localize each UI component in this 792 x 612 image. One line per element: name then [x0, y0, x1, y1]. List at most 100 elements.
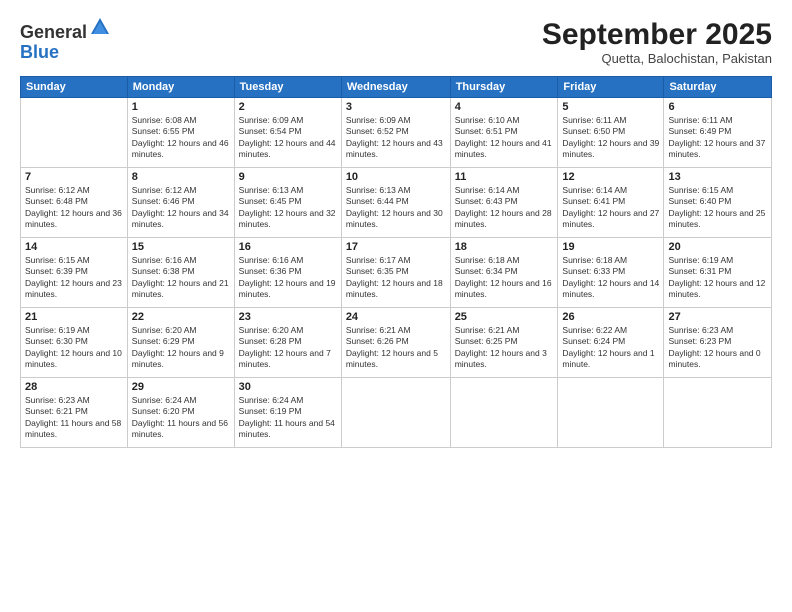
day-detail: Sunrise: 6:18 AMSunset: 6:34 PMDaylight:… [455, 255, 554, 301]
weekday-header: Thursday [450, 77, 558, 98]
calendar-cell: 21 Sunrise: 6:19 AMSunset: 6:30 PMDayligh… [21, 308, 128, 378]
day-detail: Sunrise: 6:23 AMSunset: 6:23 PMDaylight:… [668, 325, 767, 371]
day-detail: Sunrise: 6:24 AMSunset: 6:20 PMDaylight:… [132, 395, 230, 441]
day-detail: Sunrise: 6:12 AMSunset: 6:46 PMDaylight:… [132, 185, 230, 231]
calendar-cell: 6Sunrise: 6:11 AMSunset: 6:49 PMDaylight… [664, 98, 772, 168]
day-number: 10 [346, 171, 446, 183]
calendar-cell: 7Sunrise: 6:12 AMSunset: 6:48 PMDaylight… [21, 168, 128, 238]
day-number: 23 [239, 311, 337, 323]
calendar-cell: 18 Sunrise: 6:18 AMSunset: 6:34 PMDayligh… [450, 238, 558, 308]
week-row: 1 Sunrise: 6:08 AMSunset: 6:55 PMDaylight… [21, 98, 772, 168]
day-detail: Sunrise: 6:15 AMSunset: 6:39 PMDaylight:… [25, 255, 123, 301]
day-detail: Sunrise: 6:14 AMSunset: 6:41 PMDaylight:… [562, 185, 659, 231]
weekday-header: Sunday [21, 77, 128, 98]
day-detail: Sunrise: 6:20 AMSunset: 6:28 PMDaylight:… [239, 325, 337, 371]
day-detail: Sunrise: 6:09 AMSunset: 6:54 PMDaylight:… [239, 115, 337, 161]
calendar-cell: 12 Sunrise: 6:14 AMSunset: 6:41 PMDayligh… [558, 168, 664, 238]
week-row: 28 Sunrise: 6:23 AMSunset: 6:21 PMDayligh… [21, 378, 772, 448]
day-number: 7 [25, 171, 123, 183]
day-detail: Sunrise: 6:13 AMSunset: 6:44 PMDaylight:… [346, 185, 446, 231]
weekday-header: Friday [558, 77, 664, 98]
day-detail: Sunrise: 6:10 AMSunset: 6:51 PMDaylight:… [455, 115, 554, 161]
logo-icon [89, 16, 111, 38]
day-detail: Sunrise: 6:09 AMSunset: 6:52 PMDaylight:… [346, 115, 446, 161]
day-number: 12 [562, 171, 659, 183]
day-detail: Sunrise: 6:16 AMSunset: 6:38 PMDaylight:… [132, 255, 230, 301]
day-number: 26 [562, 311, 659, 323]
week-row: 14 Sunrise: 6:15 AMSunset: 6:39 PMDayligh… [21, 238, 772, 308]
calendar-cell: 19Sunrise: 6:18 AMSunset: 6:33 PMDayligh… [558, 238, 664, 308]
day-detail: Sunrise: 6:14 AMSunset: 6:43 PMDaylight:… [455, 185, 554, 231]
calendar-cell: 15Sunrise: 6:16 AMSunset: 6:38 PMDayligh… [127, 238, 234, 308]
calendar-cell: 11 Sunrise: 6:14 AMSunset: 6:43 PMDayligh… [450, 168, 558, 238]
calendar-cell [21, 98, 128, 168]
calendar-table: SundayMondayTuesdayWednesdayThursdayFrid… [20, 76, 772, 448]
calendar-cell: 26 Sunrise: 6:22 AMSunset: 6:24 PMDayligh… [558, 308, 664, 378]
calendar-cell: 28 Sunrise: 6:23 AMSunset: 6:21 PMDayligh… [21, 378, 128, 448]
header: General Blue September 2025 Quetta, Balo… [20, 18, 772, 66]
day-detail: Sunrise: 6:15 AMSunset: 6:40 PMDaylight:… [668, 185, 767, 231]
day-number: 4 [455, 101, 554, 113]
day-number: 5 [562, 101, 659, 113]
week-row: 21 Sunrise: 6:19 AMSunset: 6:30 PMDayligh… [21, 308, 772, 378]
calendar-cell: 30Sunrise: 6:24 AMSunset: 6:19 PMDayligh… [234, 378, 341, 448]
day-detail: Sunrise: 6:24 AMSunset: 6:19 PMDaylight:… [239, 395, 337, 441]
day-detail: Sunrise: 6:20 AMSunset: 6:29 PMDaylight:… [132, 325, 230, 371]
day-detail: Sunrise: 6:21 AMSunset: 6:25 PMDaylight:… [455, 325, 554, 371]
day-number: 24 [346, 311, 446, 323]
calendar-cell: 5Sunrise: 6:11 AMSunset: 6:50 PMDaylight… [558, 98, 664, 168]
day-number: 22 [132, 311, 230, 323]
day-number: 28 [25, 381, 123, 393]
calendar-cell: 24 Sunrise: 6:21 AMSunset: 6:26 PMDayligh… [341, 308, 450, 378]
calendar-cell: 29 Sunrise: 6:24 AMSunset: 6:20 PMDayligh… [127, 378, 234, 448]
logo: General Blue [20, 18, 111, 63]
week-row: 7Sunrise: 6:12 AMSunset: 6:48 PMDaylight… [21, 168, 772, 238]
title-block: September 2025 Quetta, Balochistan, Paki… [542, 18, 772, 66]
calendar-cell: 2 Sunrise: 6:09 AMSunset: 6:54 PMDaylight… [234, 98, 341, 168]
calendar-cell [341, 378, 450, 448]
calendar-cell [664, 378, 772, 448]
calendar-cell: 10 Sunrise: 6:13 AMSunset: 6:44 PMDayligh… [341, 168, 450, 238]
day-detail: Sunrise: 6:19 AMSunset: 6:30 PMDaylight:… [25, 325, 123, 371]
calendar-cell: 4 Sunrise: 6:10 AMSunset: 6:51 PMDaylight… [450, 98, 558, 168]
day-detail: Sunrise: 6:21 AMSunset: 6:26 PMDaylight:… [346, 325, 446, 371]
weekday-header: Monday [127, 77, 234, 98]
logo-general: General [20, 22, 87, 42]
month-title: September 2025 [542, 18, 772, 51]
day-number: 29 [132, 381, 230, 393]
page: General Blue September 2025 Quetta, Balo… [0, 0, 792, 612]
calendar-cell: 13Sunrise: 6:15 AMSunset: 6:40 PMDayligh… [664, 168, 772, 238]
day-number: 11 [455, 171, 554, 183]
calendar-cell: 8 Sunrise: 6:12 AMSunset: 6:46 PMDaylight… [127, 168, 234, 238]
day-number: 9 [239, 171, 337, 183]
day-number: 1 [132, 101, 230, 113]
day-number: 25 [455, 311, 554, 323]
calendar-cell: 17 Sunrise: 6:17 AMSunset: 6:35 PMDayligh… [341, 238, 450, 308]
day-detail: Sunrise: 6:22 AMSunset: 6:24 PMDaylight:… [562, 325, 659, 371]
calendar-cell: 16Sunrise: 6:16 AMSunset: 6:36 PMDayligh… [234, 238, 341, 308]
weekday-header: Saturday [664, 77, 772, 98]
day-detail: Sunrise: 6:17 AMSunset: 6:35 PMDaylight:… [346, 255, 446, 301]
calendar-cell: 3Sunrise: 6:09 AMSunset: 6:52 PMDaylight… [341, 98, 450, 168]
logo-text: General Blue [20, 18, 111, 63]
weekday-header: Tuesday [234, 77, 341, 98]
calendar-cell: 27Sunrise: 6:23 AMSunset: 6:23 PMDayligh… [664, 308, 772, 378]
day-number: 14 [25, 241, 123, 253]
day-detail: Sunrise: 6:23 AMSunset: 6:21 PMDaylight:… [25, 395, 123, 441]
day-detail: Sunrise: 6:13 AMSunset: 6:45 PMDaylight:… [239, 185, 337, 231]
day-number: 17 [346, 241, 446, 253]
calendar-cell: 20Sunrise: 6:19 AMSunset: 6:31 PMDayligh… [664, 238, 772, 308]
calendar-cell [450, 378, 558, 448]
calendar-cell: 22 Sunrise: 6:20 AMSunset: 6:29 PMDayligh… [127, 308, 234, 378]
calendar-cell: 9 Sunrise: 6:13 AMSunset: 6:45 PMDaylight… [234, 168, 341, 238]
day-detail: Sunrise: 6:18 AMSunset: 6:33 PMDaylight:… [562, 255, 659, 301]
weekday-header-row: SundayMondayTuesdayWednesdayThursdayFrid… [21, 77, 772, 98]
weekday-header: Wednesday [341, 77, 450, 98]
day-number: 18 [455, 241, 554, 253]
calendar-cell [558, 378, 664, 448]
day-number: 21 [25, 311, 123, 323]
day-number: 2 [239, 101, 337, 113]
day-number: 20 [668, 241, 767, 253]
day-detail: Sunrise: 6:08 AMSunset: 6:55 PMDaylight:… [132, 115, 230, 161]
day-number: 8 [132, 171, 230, 183]
